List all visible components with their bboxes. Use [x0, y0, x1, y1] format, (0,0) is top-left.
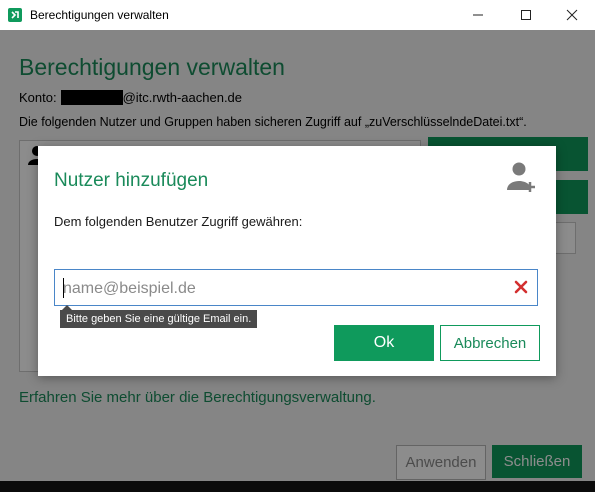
window-titlebar: Berechtigungen verwalten: [0, 0, 595, 31]
modal-description: Dem folgenden Benutzer Zugriff gewähren:: [54, 214, 303, 229]
taskbar-strip: [0, 481, 595, 492]
validation-tooltip: Bitte geben Sie eine gültige Email ein.: [60, 305, 258, 328]
ok-button[interactable]: Ok: [334, 325, 434, 361]
maximize-button[interactable]: [503, 0, 549, 30]
email-input[interactable]: [61, 274, 505, 303]
close-icon: [566, 9, 578, 21]
app-logo-icon: [8, 8, 22, 22]
email-field[interactable]: [54, 269, 538, 306]
add-user-modal: Nutzer hinzufügen Dem folgenden Benutzer…: [38, 146, 556, 376]
cancel-button[interactable]: Abbrechen: [440, 325, 540, 361]
clear-x-icon[interactable]: [513, 279, 529, 295]
text-caret: [63, 278, 64, 298]
maximize-icon: [521, 10, 531, 20]
window-title: Berechtigungen verwalten: [30, 8, 169, 22]
minimize-button[interactable]: [455, 0, 501, 30]
add-user-icon: [507, 162, 535, 192]
modal-title: Nutzer hinzufügen: [54, 170, 209, 191]
minimize-icon: [473, 14, 483, 16]
close-window-button[interactable]: [549, 0, 595, 30]
